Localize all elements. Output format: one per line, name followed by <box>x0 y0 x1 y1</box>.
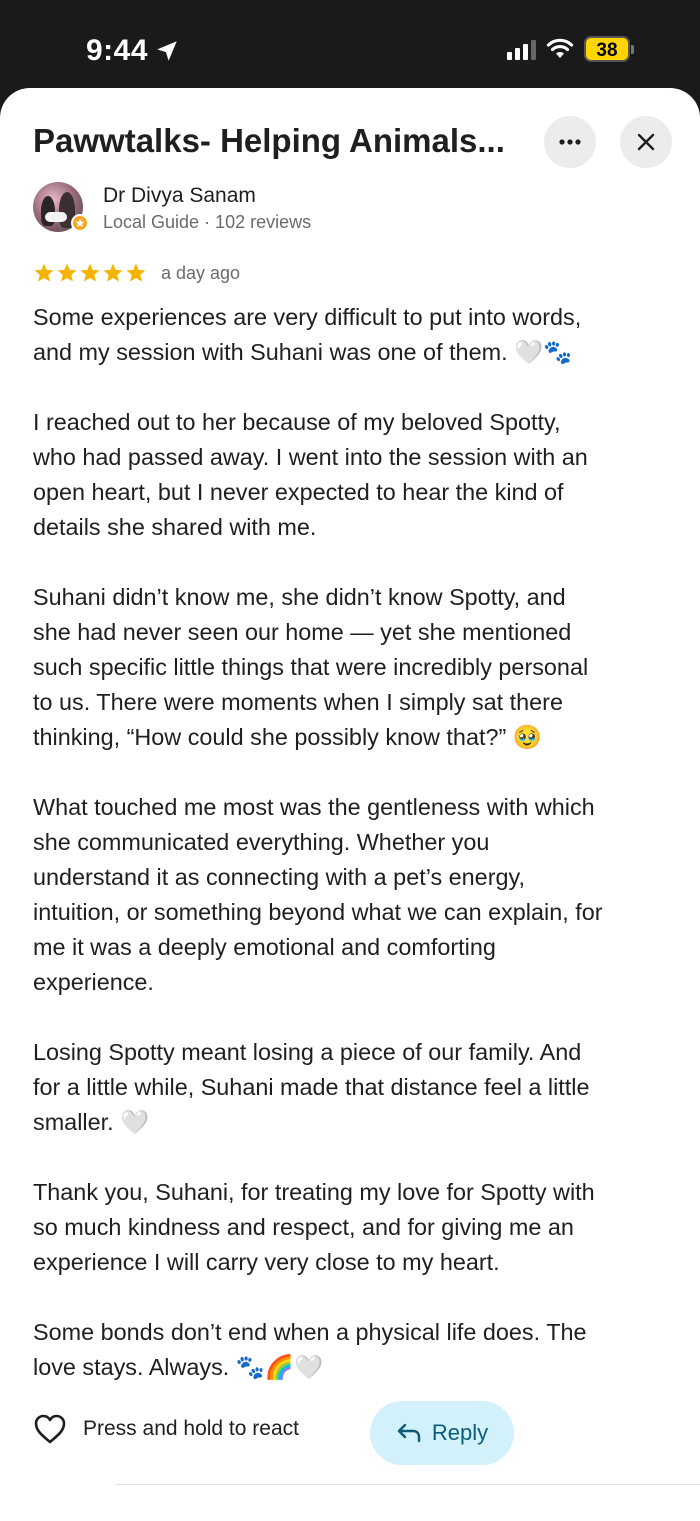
status-time: 9:44 <box>86 34 149 67</box>
review-author[interactable]: Dr Divya Sanam Local Guide · 102 reviews <box>33 182 673 242</box>
star-icon <box>80 263 100 282</box>
wifi-icon <box>546 38 574 58</box>
review-paragraph: Losing Spotty meant losing a piece of ou… <box>33 1039 590 1135</box>
review-actions: Press and hold to react Reply <box>33 1400 673 1466</box>
status-indicators: 38 <box>507 36 634 62</box>
review-paragraph: Some bonds don’t end when a physical lif… <box>33 1319 587 1380</box>
star-icon <box>126 263 146 282</box>
reply-button[interactable]: Reply <box>370 1401 514 1465</box>
review-paragraph: What touched me most was the gentleness … <box>33 794 603 995</box>
place-title: Pawwtalks- Helping Animals... <box>33 122 505 159</box>
close-icon <box>637 133 655 151</box>
close-button[interactable] <box>620 116 672 168</box>
review-date: a day ago <box>161 262 241 283</box>
review-paragraph: Thank you, Suhani, for treating my love … <box>33 1179 595 1275</box>
location-arrow-icon <box>157 41 177 61</box>
react-label: Press and hold to react <box>83 1417 299 1440</box>
cellular-signal-icon <box>507 38 536 60</box>
more-horizontal-icon <box>559 139 581 145</box>
react-button[interactable]: Press and hold to react <box>33 1413 299 1445</box>
heart-outline-icon <box>34 1414 66 1444</box>
divider <box>115 1484 700 1485</box>
reply-label: Reply <box>431 1420 489 1445</box>
review-sheet: Pawwtalks- Helping Animals... Dr Divya S… <box>0 88 700 1521</box>
author-name[interactable]: Dr Divya Sanam <box>103 184 256 208</box>
star-icon <box>57 263 77 282</box>
reply-arrow-icon <box>397 1423 421 1443</box>
review-paragraph: I reached out to her because of my belov… <box>33 409 588 540</box>
star-icon <box>103 263 123 282</box>
star-rating <box>33 262 147 284</box>
review-text: Some experiences are very difficult to p… <box>33 300 678 1420</box>
more-options-button[interactable] <box>544 116 596 168</box>
battery-icon: 38 <box>584 36 634 62</box>
status-bar: 9:44 38 <box>0 0 700 90</box>
rating-row: a day ago <box>33 260 240 286</box>
status-time-group: 9:44 <box>86 34 180 68</box>
review-paragraph: Some experiences are very difficult to p… <box>33 304 582 365</box>
author-meta: Local Guide · 102 reviews <box>103 212 312 232</box>
star-icon <box>34 263 54 282</box>
local-guide-badge-icon <box>71 214 89 232</box>
battery-level: 38 <box>584 36 630 62</box>
review-paragraph: Suhani didn’t know me, she didn’t know S… <box>33 584 589 750</box>
